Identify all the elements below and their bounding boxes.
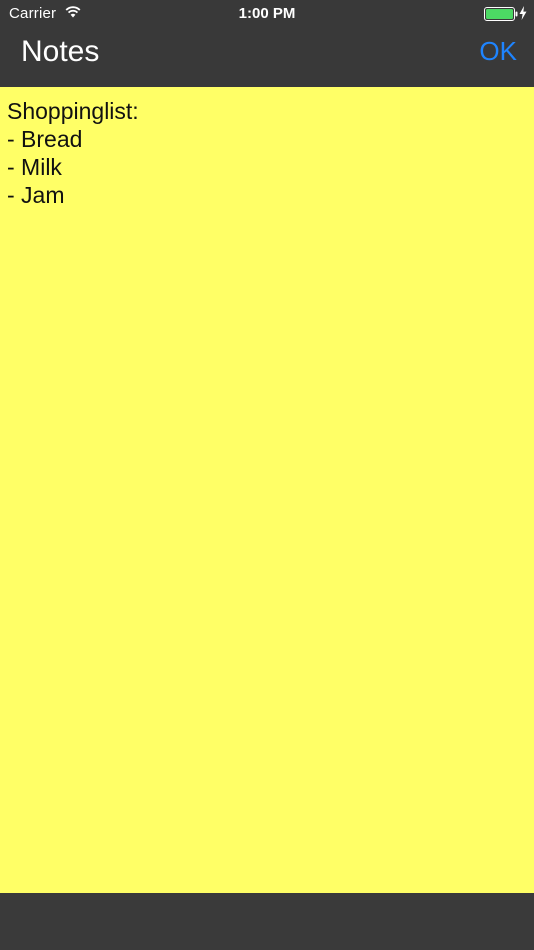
status-bar: Carrier 1:00 PM xyxy=(0,0,534,28)
note-text[interactable]: Shoppinglist: - Bread - Milk - Jam xyxy=(7,97,527,209)
status-time: 1:00 PM xyxy=(238,5,296,22)
page-title: Notes xyxy=(21,35,100,68)
top-bar: Carrier 1:00 PM Notes OK xyxy=(0,0,534,87)
note-editor[interactable]: Shoppinglist: - Bread - Milk - Jam xyxy=(0,87,534,893)
charging-bolt-icon xyxy=(519,6,527,20)
bottom-bar xyxy=(0,893,534,950)
battery-icon xyxy=(484,7,518,21)
ok-button[interactable]: OK xyxy=(479,35,517,67)
